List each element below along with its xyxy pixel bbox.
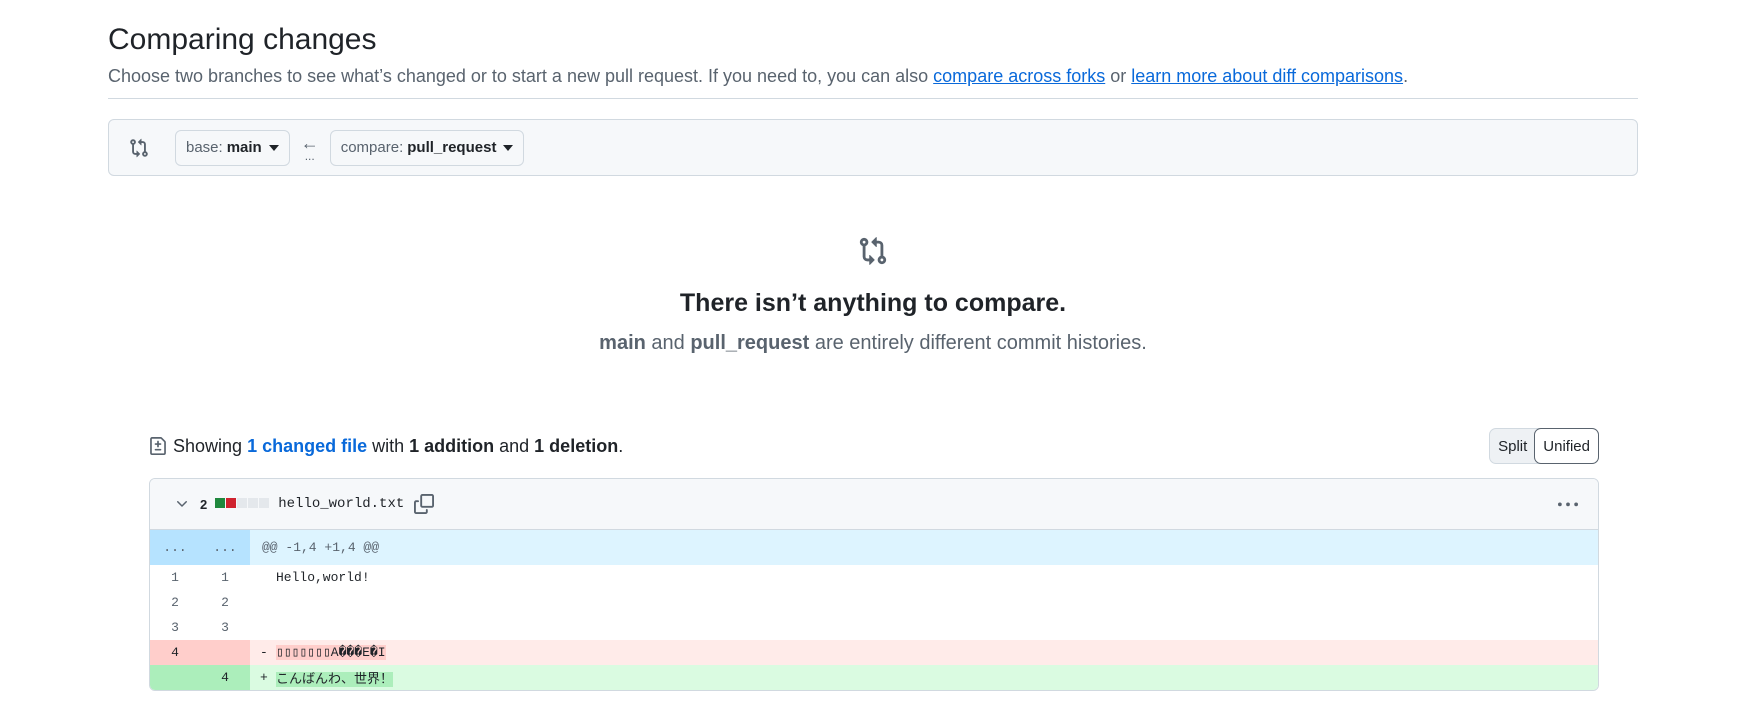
range-dots: ... — [304, 148, 315, 163]
diffstat-block — [259, 498, 270, 508]
blankslate-branch-a: main — [599, 332, 646, 354]
hunk-expand-right[interactable]: ... — [200, 530, 250, 565]
compare-across-forks-link[interactable]: compare across forks — [933, 66, 1105, 86]
blankslate-description: main and pull_request are entirely diffe… — [108, 329, 1638, 357]
blankslate-branch-b: pull_request — [690, 332, 810, 354]
file-name[interactable]: hello_world.txt — [278, 496, 404, 512]
base-branch-name: main — [226, 139, 262, 156]
old-line-number[interactable]: 3 — [150, 615, 200, 640]
diff-line: 2 2 — [150, 590, 1598, 615]
added-text: こんばんわ、世界！ — [276, 672, 394, 687]
new-line-number[interactable]: 2 — [200, 590, 250, 615]
page-title: Comparing changes — [108, 23, 377, 56]
header-divider — [108, 98, 1638, 99]
diffstat-count: 2 — [200, 496, 208, 512]
deleted-text: ▯▯▯▯▯▯▯A���E�I — [276, 645, 386, 660]
blankslate: There isn’t anything to compare. main an… — [108, 236, 1638, 357]
git-compare-icon — [858, 236, 888, 266]
diff-line: 3 3 — [150, 615, 1598, 640]
old-line-number[interactable] — [150, 665, 200, 690]
base-branch-button[interactable]: base: main — [175, 129, 290, 166]
caret-down-icon — [503, 144, 514, 151]
additions-count: 1 addition — [409, 435, 495, 456]
changed-files-link[interactable]: 1 changed file — [247, 436, 367, 456]
diff-line: 1 1 Hello,world! — [150, 565, 1598, 590]
new-line-number[interactable] — [200, 640, 250, 665]
line-code: Hello,world! — [276, 570, 370, 585]
page-subtitle: Choose two branches to see what’s change… — [108, 62, 1638, 90]
blankslate-and: and — [645, 332, 691, 354]
diffstat-block — [248, 498, 259, 508]
diff-marker: - — [260, 645, 268, 660]
line-code: ▯▯▯▯▯▯▯A���E�I — [264, 645, 1598, 660]
compare-page: Comparing changes Choose two branches to… — [0, 0, 1743, 712]
old-line-number[interactable]: 4 — [150, 640, 200, 665]
copy-icon[interactable] — [414, 494, 435, 514]
blankslate-title: There isn’t anything to compare. — [679, 289, 1067, 317]
added-line: 4 + こんばんわ、世界！ — [150, 665, 1598, 690]
git-compare-icon — [129, 138, 149, 158]
subtitle-or: or — [1105, 66, 1132, 86]
with-label: with — [367, 435, 410, 456]
diffstat-block — [226, 498, 237, 508]
new-line-number[interactable]: 1 — [200, 565, 250, 590]
unified-view-button[interactable]: Unified — [1534, 428, 1599, 464]
new-line-number[interactable]: 3 — [200, 615, 250, 640]
summary-period: . — [618, 435, 624, 456]
new-line-number[interactable]: 4 — [200, 665, 250, 690]
diff-summary-text: Showing 1 changed file with 1 addition a… — [173, 436, 623, 457]
compare-label: compare: — [340, 139, 404, 156]
compare-branch-name: pull_request — [407, 139, 497, 156]
old-line-number[interactable]: 2 — [150, 590, 200, 615]
file-diff: 2 hello_world.txt ... ... @@ -1,4 +1,4 @… — [149, 478, 1599, 691]
range-editor: base: main ← ... compare: pull_request — [108, 119, 1638, 176]
diff-marker: + — [260, 670, 268, 685]
showing-label: Showing — [173, 435, 248, 456]
caret-down-icon — [268, 144, 279, 151]
chevron-down-icon[interactable] — [174, 496, 190, 512]
learn-more-link[interactable]: learn more about diff comparisons — [1131, 66, 1403, 86]
diff-view-toggle: Split Unified — [1489, 428, 1599, 464]
range-arrow: ← ... — [290, 134, 330, 163]
hunk-expand-left[interactable]: ... — [150, 530, 200, 565]
deletions-count: 1 deletion — [534, 435, 619, 456]
blankslate-rest: are entirely different commit histories. — [809, 332, 1147, 354]
and-label: and — [494, 435, 535, 456]
hunk-header-text: @@ -1,4 +1,4 @@ — [262, 540, 380, 555]
file-diff-icon — [149, 436, 167, 456]
split-view-button[interactable]: Split — [1490, 429, 1535, 463]
diffstat-block — [237, 498, 248, 508]
base-label: base: — [186, 139, 223, 156]
deleted-line: 4 - ▯▯▯▯▯▯▯A���E�I — [150, 640, 1598, 665]
diff-summary: Showing 1 changed file with 1 addition a… — [149, 428, 1599, 464]
compare-branch-button[interactable]: compare: pull_request — [329, 129, 525, 166]
page-header: Comparing changes Choose two branches to… — [108, 18, 1638, 90]
subtitle-period: . — [1403, 66, 1409, 86]
diffstat-block — [215, 498, 226, 508]
subtitle-text: Choose two branches to see what’s change… — [108, 66, 934, 86]
kebab-horizontal-icon[interactable] — [1556, 495, 1580, 515]
old-line-number[interactable]: 1 — [150, 565, 200, 590]
diffstat-bar — [215, 495, 270, 513]
hunk-header: ... ... @@ -1,4 +1,4 @@ — [150, 530, 1598, 565]
file-header: 2 hello_world.txt — [150, 479, 1598, 530]
line-code: こんばんわ、世界！ — [264, 668, 1598, 687]
